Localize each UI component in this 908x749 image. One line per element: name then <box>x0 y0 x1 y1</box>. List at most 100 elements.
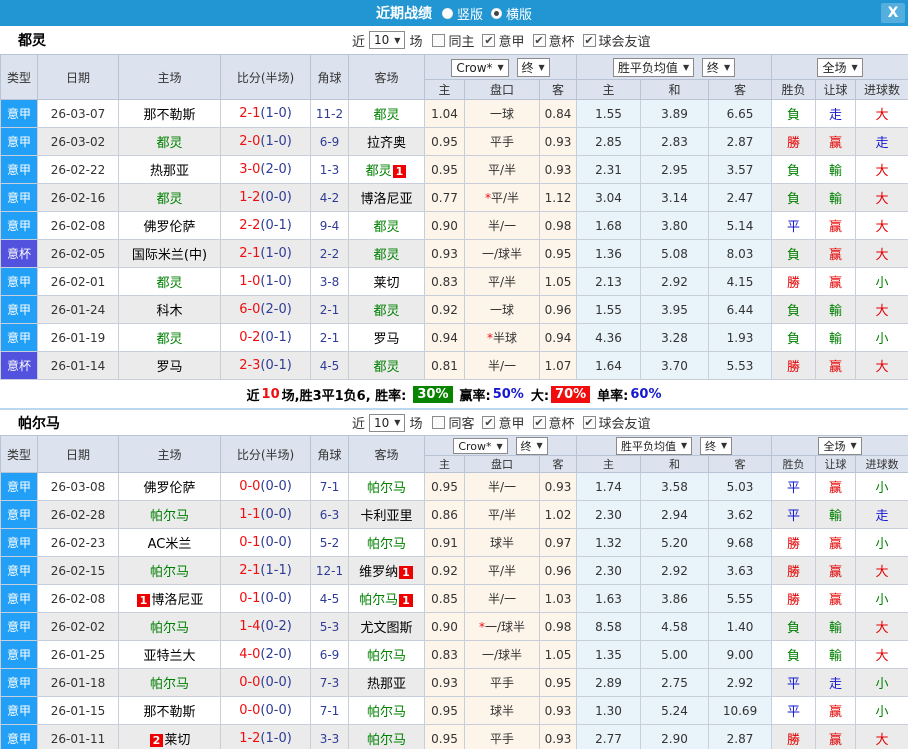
wdl-result-cell: 負 <box>771 612 817 641</box>
odds-group-header: Crow* ▼ 终 ▼ <box>423 435 578 456</box>
league-cell: 意甲 <box>0 724 38 749</box>
wdl-result-cell: 負 <box>771 155 817 184</box>
odds-away-cell: 1.05 <box>538 267 578 296</box>
results-table: 类型 日期 主场 比分(半场) 角球 客场 Crow* ▼ 终 ▼ 胜平负均值 ▼ 终… <box>0 435 908 749</box>
avg-time-select[interactable]: 终 ▼ <box>699 436 733 455</box>
avg-draw-cell: 2.94 <box>640 500 710 529</box>
match-row: 意甲 26-01-19 都灵 0-2(0-1) 2-1 罗马 0.94 *半球 0.94 4.36… <box>0 323 908 352</box>
league-cell: 意甲 <box>0 155 38 184</box>
away-team-cell: 帕尔马 <box>348 472 425 501</box>
avg-home-cell: 1.32 <box>576 528 642 557</box>
avg-draw-cell: 4.58 <box>640 612 710 641</box>
goals-result-cell: 小 <box>855 267 908 296</box>
odds-time-select[interactable]: 终 ▼ <box>516 57 550 77</box>
avg-away-cell: 5.03 <box>708 472 773 501</box>
scope-select[interactable]: 全场 ▼ <box>817 57 863 77</box>
col-odds-home: 主 <box>424 455 465 473</box>
same-home-label[interactable]: 同主 <box>448 31 474 50</box>
layout-radio-group: 竖版 横版 <box>434 4 532 23</box>
vertical-radio[interactable] <box>441 7 453 19</box>
handicap-cell: 平/半 <box>464 500 540 529</box>
goals-result-cell: 小 <box>855 696 908 725</box>
friendly-checkbox[interactable] <box>582 33 596 47</box>
team-label: 尤文图斯 <box>360 621 413 636</box>
away-team-cell: 帕尔马 <box>348 724 425 749</box>
odds-home-cell: 0.77 <box>424 183 465 212</box>
horizontal-radio[interactable] <box>491 7 502 19</box>
date-cell: 26-01-15 <box>37 696 119 725</box>
scope-select[interactable]: 全场 ▼ <box>818 436 862 455</box>
same-away-label[interactable]: 同客 <box>448 413 474 432</box>
match-row: 意甲 26-03-02 都灵 2-0(1-0) 6-9 拉齐奥 0.95 平手 0.93 2.85… <box>0 127 908 156</box>
bookmaker-select[interactable]: Crow* ▼ <box>451 58 509 77</box>
score-cell: 0-0(0-0) <box>220 472 311 501</box>
avg-draw-cell: 3.58 <box>640 472 710 501</box>
card-badge: 1 <box>136 594 151 607</box>
handicap-cell: 平/半 <box>464 155 540 184</box>
odds-away-cell: 0.98 <box>538 211 578 240</box>
corners-cell: 7-1 <box>310 696 349 725</box>
chevron-down-icon: ▼ <box>497 63 504 72</box>
chevron-down-icon: ▼ <box>682 62 690 72</box>
score-cell: 1-2(0-0) <box>220 183 311 212</box>
score-cell: 2-3(0-1) <box>220 351 311 380</box>
goals-result-cell: 大 <box>855 351 908 380</box>
home-team-cell: 帕尔马 <box>118 668 221 697</box>
summary-text: 场,胜3平1负6, 胜率: <box>281 388 407 404</box>
bookmaker-select[interactable]: Crow* ▼ <box>453 438 508 454</box>
serie-a-label[interactable]: 意甲 <box>498 413 524 432</box>
horizontal-radio-label[interactable]: 横版 <box>506 4 532 23</box>
team-label: 都灵 <box>156 276 183 291</box>
handicap-cell: 球半 <box>464 696 540 725</box>
league-cell: 意甲 <box>0 472 38 501</box>
handicap-result-cell: 赢 <box>815 724 857 749</box>
games-label: 场 <box>409 417 423 432</box>
avg-home-cell: 8.58 <box>576 612 642 641</box>
coppa-checkbox[interactable] <box>532 416 546 429</box>
odds-time-select[interactable]: 终 ▼ <box>515 436 548 455</box>
avg-select[interactable]: 胜平负均值 ▼ <box>612 57 695 77</box>
title-bar: 近期战绩 竖版 横版 X <box>0 0 908 26</box>
avg-draw-cell: 2.95 <box>640 155 710 184</box>
serie-a-label[interactable]: 意甲 <box>498 31 524 50</box>
serie-a-checkbox[interactable] <box>482 33 496 47</box>
score-cell: 1-2(1-0) <box>220 724 311 749</box>
match-count-select[interactable]: 10 ▼ <box>369 413 406 432</box>
coppa-label[interactable]: 意杯 <box>549 413 575 432</box>
friendly-checkbox[interactable] <box>582 416 596 429</box>
serie-a-checkbox[interactable] <box>482 416 496 429</box>
goals-result-cell: 大 <box>855 99 908 128</box>
coppa-label[interactable]: 意杯 <box>549 31 575 50</box>
odds-home-cell: 0.95 <box>424 724 465 749</box>
handicap-cell: 一球 <box>464 99 540 128</box>
goals-result-cell: 大 <box>855 239 908 268</box>
away-team-cell: 都灵 <box>348 99 425 128</box>
avg-draw-cell: 2.92 <box>640 267 710 296</box>
wdl-result-cell: 負 <box>771 640 817 669</box>
vertical-radio-label[interactable]: 竖版 <box>457 4 483 23</box>
away-team-cell: 维罗纳 1 <box>348 556 425 585</box>
team-label: 罗马 <box>156 360 183 375</box>
score-cell: 4-0(2-0) <box>220 640 311 669</box>
col-date: 日期 <box>37 54 119 100</box>
chevron-down-icon: ▼ <box>536 441 543 450</box>
handicap-cell: *平/半 <box>464 183 540 212</box>
avg-select[interactable]: 胜平负均值 ▼ <box>615 436 693 455</box>
avg-draw-cell: 2.75 <box>640 668 710 697</box>
team-label: 热那亚 <box>366 677 406 692</box>
home-team-cell: 2 莱切 <box>118 724 221 749</box>
match-count-select[interactable]: 10 ▼ <box>369 31 406 49</box>
same-home-checkbox[interactable] <box>432 33 446 47</box>
avg-time-select[interactable]: 终 ▼ <box>701 57 736 77</box>
same-away-checkbox[interactable] <box>432 416 446 429</box>
team-label: 帕尔马 <box>366 649 406 664</box>
coppa-checkbox[interactable] <box>532 33 546 47</box>
friendly-label[interactable]: 球会友谊 <box>599 413 651 432</box>
odds-home-cell: 0.95 <box>424 127 465 156</box>
friendly-label[interactable]: 球会友谊 <box>599 31 651 50</box>
handicap-result-cell: 赢 <box>815 267 857 296</box>
home-team-cell: 佛罗伦萨 <box>118 211 221 240</box>
home-team-cell: 科木 <box>118 295 221 324</box>
avg-draw-cell: 3.28 <box>640 323 710 352</box>
close-icon[interactable]: X <box>881 3 905 23</box>
